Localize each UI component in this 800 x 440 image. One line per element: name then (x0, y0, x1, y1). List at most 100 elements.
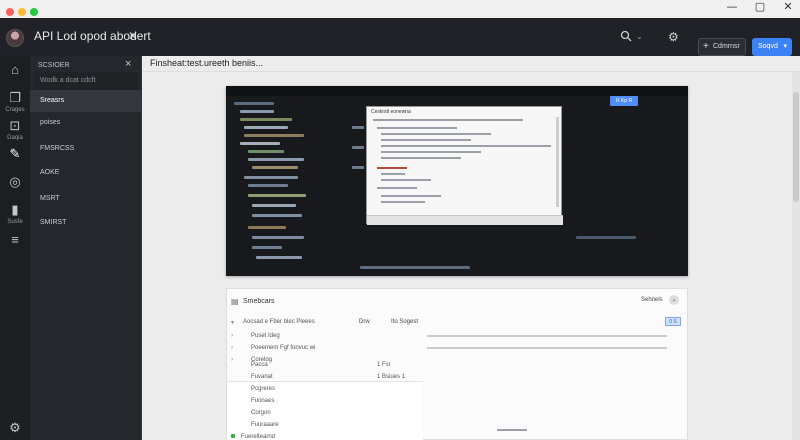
maximize-window-dot[interactable] (30, 8, 38, 16)
dialog-footer (367, 215, 563, 225)
popup-value: 1 Bsiues 1 (377, 374, 406, 380)
timeline-track (497, 429, 527, 431)
tree-item[interactable]: Pacca (251, 362, 268, 368)
tree-item[interactable]: Aocsad e Fber blec Pleees (243, 319, 315, 325)
chevron-down-icon[interactable]: ⌄ (669, 295, 679, 305)
dialog-line (381, 195, 441, 197)
code-line (352, 126, 364, 129)
panel-item-0[interactable]: Sreasrs (30, 90, 141, 112)
tree-item[interactable]: Fuonaes (251, 398, 274, 404)
minimize-button[interactable]: — (724, 0, 740, 14)
maximize-button[interactable]: ▢ (752, 0, 768, 14)
caret-icon[interactable]: › (231, 345, 233, 351)
docs-icon: ⊡ (9, 118, 21, 133)
close-button[interactable]: ✕ (780, 0, 796, 14)
chevron-down-icon: ▾ (783, 43, 787, 50)
dialog-line (377, 187, 417, 189)
edit-icon: ✎ (9, 146, 21, 161)
tree-item[interactable]: Poeemem Fgf fonvuc wi (251, 345, 315, 351)
document-icon: ▤ (231, 297, 239, 306)
scrollbar[interactable] (792, 72, 800, 440)
screenshot-preview[interactable]: R Kp R Ceskrstl eonewna (226, 86, 688, 276)
caret-icon[interactable]: ▾ (231, 319, 234, 326)
search-icon[interactable] (620, 30, 632, 45)
rail-item-list[interactable]: ≡ (0, 232, 30, 247)
code-line (352, 166, 364, 169)
preview-chip[interactable]: R Kp R (610, 96, 638, 106)
gear-icon[interactable]: ⚙ (668, 30, 679, 44)
dialog-line (381, 139, 471, 141)
tree-item[interactable]: Fuuraaare (251, 422, 279, 428)
window-chrome: — ▢ ✕ (0, 0, 800, 18)
tree-popup: Pacca 1 Fsr Fuvanat 1 Bsiues 1 Pcgreres … (227, 362, 423, 440)
dialog-line (377, 167, 407, 169)
rail-item-target[interactable]: ◎ (0, 174, 30, 190)
status-badge[interactable]: 0 S (665, 317, 681, 326)
tree-item[interactable]: Corgon (251, 410, 271, 416)
dialog-line (381, 179, 431, 181)
dialog-line (381, 145, 551, 147)
secondary-action-button[interactable]: + Cdmrnsr (698, 38, 746, 56)
code-line (240, 110, 274, 113)
code-line (252, 204, 296, 207)
code-line (252, 236, 304, 239)
rail-item-home[interactable]: ⌂ (0, 62, 30, 77)
app-window: — ▢ ✕ API Lod opod abodert ✕ ⌄ ⚙ + Cdmrn… (0, 0, 800, 440)
rail-item-pages[interactable]: ❐ Crages (0, 90, 30, 113)
dialog-line (377, 127, 457, 129)
rail-label: Daqia (7, 135, 23, 141)
timeline-track (427, 347, 667, 349)
code-line (240, 118, 292, 121)
code-line (244, 126, 288, 129)
card-mid-label: Ito Sogest (391, 319, 419, 325)
main-content: Finsheat:test.ureeth beniis... R Kp R Ce… (142, 56, 800, 440)
caret-icon[interactable]: › (231, 333, 233, 339)
pages-icon: ❐ (9, 90, 21, 105)
rail-item-chart[interactable]: ▮ Susfe (0, 202, 30, 225)
chevron-down-icon[interactable]: ⌄ (636, 32, 643, 41)
tree-item[interactable]: Puset Ideg (251, 333, 280, 339)
close-icon[interactable]: ✕ (128, 29, 138, 43)
minimize-window-dot[interactable] (18, 8, 26, 16)
panel-item-4[interactable]: MSRT (30, 188, 141, 210)
tree-item[interactable]: Fuereltearnd (241, 434, 275, 440)
dialog-line (381, 173, 405, 175)
dialog-line (381, 201, 425, 203)
avatar[interactable] (6, 29, 24, 47)
panel-item-5[interactable]: SMIRST (30, 212, 141, 234)
dialog-line (373, 119, 523, 121)
panel-item-1[interactable]: poises (30, 112, 141, 134)
card-filter-label[interactable]: Sehnels (641, 297, 663, 303)
rail-item-settings[interactable]: ⚙ (0, 420, 30, 436)
chart-icon: ▮ (11, 202, 19, 217)
primary-action-button[interactable]: Soqvd ▾ (752, 38, 792, 56)
dialog-line (381, 157, 461, 159)
panel-heading: SCSIOER (38, 62, 70, 69)
main-heading: Finsheat:test.ureeth beniis... (150, 58, 264, 68)
caret-icon[interactable]: › (231, 357, 233, 363)
close-icon[interactable]: × (125, 58, 131, 70)
settings-icon: ⚙ (9, 420, 21, 435)
tree-item[interactable]: Fuvanat (251, 374, 273, 380)
code-line (248, 194, 306, 197)
code-line (244, 134, 304, 137)
plus-icon: + (703, 41, 709, 52)
rail-label: Crages (5, 107, 25, 113)
scrollbar-thumb[interactable] (793, 92, 799, 202)
rail-label: Susfe (7, 219, 23, 225)
panel-search-input[interactable]: Wodk a dcat cdcft (34, 72, 138, 90)
code-line (244, 176, 298, 179)
code-line (248, 150, 284, 153)
panel-item-3[interactable]: AOKE (30, 162, 141, 184)
panel-item-2[interactable]: FMSRCSS (30, 138, 141, 160)
tree-item[interactable]: Pcgreres (251, 386, 275, 392)
code-line (248, 226, 286, 229)
close-window-dot[interactable] (6, 8, 14, 16)
main-toolbar: Finsheat:test.ureeth beniis... (142, 56, 800, 72)
rail-item-docs[interactable]: ⊡ Daqia (0, 118, 30, 141)
rail-item-edit[interactable]: ✎ (0, 146, 30, 162)
secondary-action-label: Cdmrnsr (713, 43, 740, 50)
popup-value: 1 Fsr (377, 362, 391, 368)
code-line (352, 146, 364, 149)
code-line (252, 166, 298, 169)
